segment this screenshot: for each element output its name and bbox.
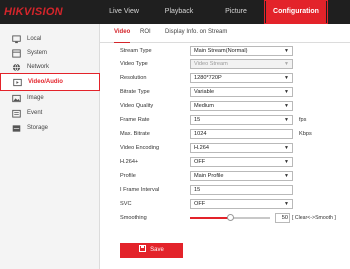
sidebar-item-label: Image: [27, 95, 44, 101]
image-icon: [12, 94, 21, 103]
stream-type-value: Main Stream(Normal): [194, 48, 248, 54]
stream-type-select[interactable]: Main Stream(Normal) ▼: [190, 46, 293, 56]
chevron-down-icon: ▼: [284, 103, 289, 109]
chevron-down-icon: ▼: [284, 75, 289, 81]
video-type-value: Video Stream: [194, 61, 228, 67]
profile-value: Main Profile: [194, 173, 224, 179]
chevron-down-icon: ▼: [284, 201, 289, 207]
bitrate-type-select[interactable]: Variable ▼: [190, 87, 293, 97]
save-button[interactable]: Save: [120, 243, 183, 258]
app-root: HIKVISION Live View Playback Picture Con…: [0, 0, 350, 269]
nav-picture[interactable]: Picture: [218, 0, 254, 24]
tab-video[interactable]: Video: [114, 29, 131, 43]
smoothing-label: Smoothing: [120, 215, 147, 221]
h264plus-label: H.264+: [120, 159, 139, 165]
svc-label: SVC: [120, 201, 132, 207]
sidebar-item-local[interactable]: Local: [0, 33, 100, 46]
sidebar-item-system[interactable]: System: [0, 47, 100, 60]
frame-rate-label: Frame Rate: [120, 117, 150, 123]
event-icon: [12, 109, 21, 118]
h264plus-value: OFF: [194, 159, 206, 165]
chevron-down-icon: ▼: [284, 145, 289, 151]
sidebar-item-label: Network: [27, 64, 50, 70]
video-quality-select[interactable]: Medium ▼: [190, 101, 293, 111]
tab-roi[interactable]: ROI: [140, 29, 151, 43]
monitor-icon: [12, 35, 21, 44]
bitrate-type-value: Variable: [194, 89, 215, 95]
nav-configuration[interactable]: Configuration: [264, 0, 328, 24]
chevron-down-icon: ▼: [284, 173, 289, 179]
i-frame-interval-label: I Frame Interval: [120, 187, 160, 193]
smoothing-hint: [ Clear<->Smooth ]: [292, 215, 336, 221]
sidebar-item-video-audio[interactable]: Video/Audio: [0, 73, 100, 91]
video-type-select: Video Stream ▼: [190, 59, 293, 69]
top-nav-bar: HIKVISION Live View Playback Picture Con…: [0, 0, 350, 24]
svc-select[interactable]: OFF ▼: [190, 199, 293, 209]
i-frame-interval-input[interactable]: 15: [190, 185, 293, 195]
smoothing-slider[interactable]: [190, 214, 270, 221]
frame-rate-select[interactable]: 15 ▼: [190, 115, 293, 125]
max-bitrate-label: Max. Bitrate: [120, 131, 150, 137]
sub-tab-bar: Video ROI Display Info. on Stream: [100, 24, 350, 43]
sidebar-item-label: Local: [27, 36, 42, 42]
brand-logo: HIKVISION: [4, 6, 63, 18]
video-encoding-label: Video Encoding: [120, 145, 160, 151]
profile-select[interactable]: Main Profile ▼: [190, 171, 293, 181]
video-audio-icon: [13, 78, 22, 87]
sidebar-item-event[interactable]: Event: [0, 107, 100, 120]
svc-value: OFF: [194, 201, 206, 207]
sidebar-item-storage[interactable]: Storage: [0, 122, 100, 135]
sidebar-item-label: Video/Audio: [28, 79, 63, 85]
chevron-down-icon: ▼: [284, 89, 289, 95]
smoothing-slider-fill: [190, 217, 230, 219]
tab-display-info-on-stream[interactable]: Display Info. on Stream: [165, 29, 227, 43]
stream-type-label: Stream Type: [120, 48, 152, 54]
video-encoding-value: H.264: [194, 145, 209, 151]
globe-icon: [12, 63, 21, 72]
smoothing-value-input[interactable]: 50: [275, 213, 290, 223]
h264plus-select[interactable]: OFF ▼: [190, 157, 293, 167]
frame-rate-value: 15: [194, 117, 201, 123]
chevron-down-icon: ▼: [284, 48, 289, 54]
system-icon: [12, 49, 21, 58]
storage-icon: [12, 125, 21, 132]
frame-rate-unit: fps: [299, 117, 307, 123]
video-encoding-select[interactable]: H.264 ▼: [190, 143, 293, 153]
video-quality-label: Video Quality: [120, 103, 154, 109]
nav-playback[interactable]: Playback: [160, 0, 198, 24]
resolution-value: 1280*720P: [194, 75, 222, 81]
nav-live-view[interactable]: Live View: [104, 0, 144, 24]
sidebar-item-label: Storage: [27, 125, 49, 131]
chevron-down-icon: ▼: [284, 117, 289, 123]
resolution-select[interactable]: 1280*720P ▼: [190, 73, 293, 83]
resolution-label: Resolution: [120, 75, 147, 81]
sidebar-item-image[interactable]: Image: [0, 92, 100, 105]
max-bitrate-input[interactable]: 1024: [190, 129, 293, 139]
video-quality-value: Medium: [194, 103, 214, 109]
save-icon: [139, 245, 147, 252]
profile-label: Profile: [120, 173, 136, 179]
chevron-down-icon: ▼: [284, 61, 289, 67]
sidebar: Local System Network Video/Audio Image E…: [0, 24, 100, 269]
max-bitrate-unit: Kbps: [299, 131, 312, 137]
save-label: Save: [150, 247, 164, 253]
bitrate-type-label: Bitrate Type: [120, 89, 150, 95]
video-type-label: Video Type: [120, 61, 148, 67]
chevron-down-icon: ▼: [284, 159, 289, 165]
sidebar-item-label: Event: [27, 110, 43, 116]
sidebar-item-label: System: [27, 50, 48, 56]
smoothing-slider-handle[interactable]: [227, 214, 234, 221]
